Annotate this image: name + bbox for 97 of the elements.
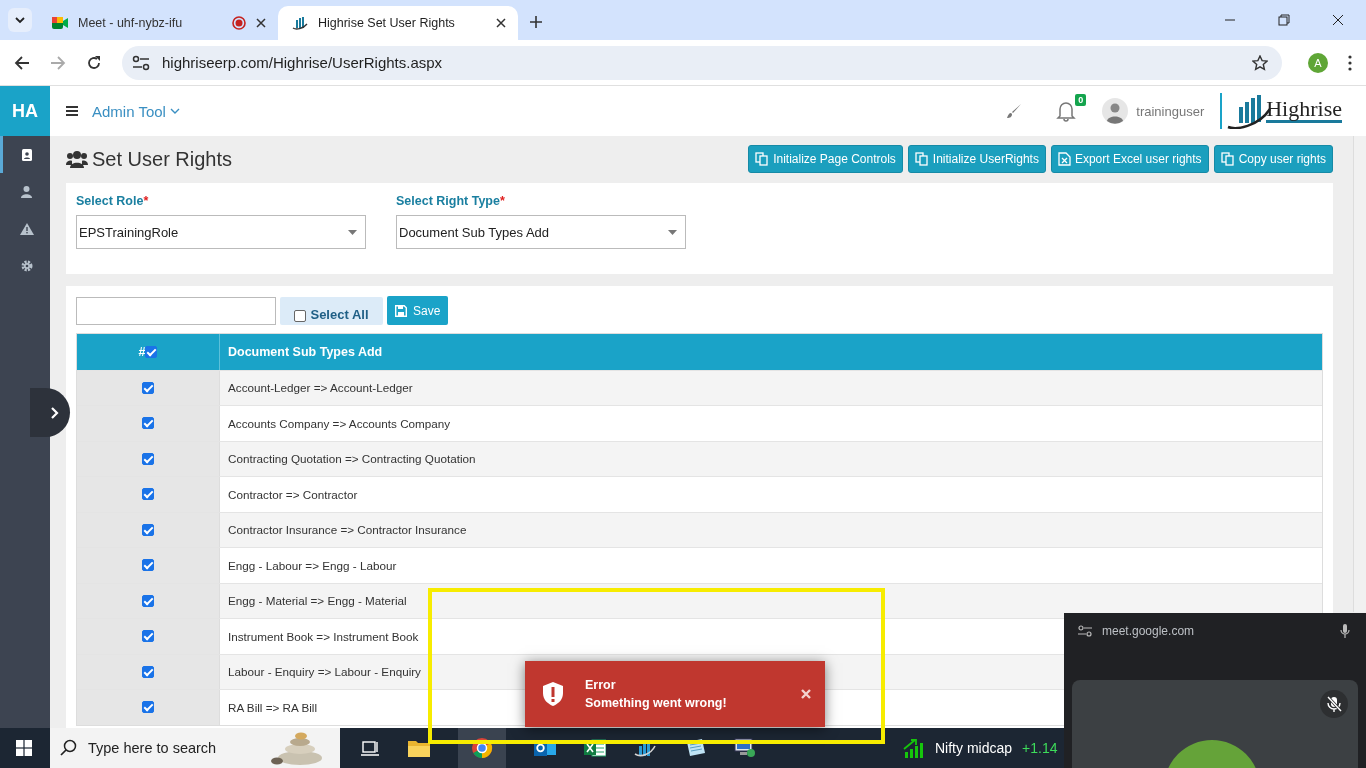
- chart-up-icon: [903, 738, 925, 758]
- settings-icon: [20, 259, 33, 272]
- microphone-muted-icon[interactable]: [1320, 690, 1348, 718]
- table-cell: Labour - Enquiry => Labour - Enquiry: [228, 665, 421, 679]
- market-widget[interactable]: Nifty midcap +1.14: [903, 738, 1058, 758]
- star-icon[interactable]: [1252, 54, 1268, 71]
- microphone-icon[interactable]: [1340, 623, 1350, 638]
- table-cell: Contractor => Contractor: [228, 487, 358, 501]
- dropdown[interactable]: Document Sub Types Add: [396, 215, 686, 249]
- tab-title: Meet - uhf-nybz-ifu: [78, 16, 184, 30]
- brand-name: Highrise: [1266, 98, 1342, 123]
- browser-tab[interactable]: Highrise Set User Rights: [278, 6, 518, 40]
- row-checkbox[interactable]: [142, 701, 154, 714]
- video-camera-icon: [52, 16, 68, 30]
- chevron-down-icon: [14, 14, 26, 26]
- more-icon[interactable]: [1348, 54, 1352, 71]
- row-checkbox[interactable]: [142, 381, 154, 394]
- spreadsheet-app-icon[interactable]: [584, 738, 606, 758]
- action-button[interactable]: Export Excel user rights: [1050, 145, 1209, 173]
- table-cell: Engg - Material => Engg - Material: [228, 594, 407, 608]
- row-checkbox[interactable]: [142, 559, 154, 572]
- shield-alert-icon: [541, 681, 565, 707]
- action-button[interactable]: Copy user rights: [1213, 145, 1333, 173]
- table-cell: Instrument Book => Instrument Book: [228, 629, 419, 643]
- warning-icon: [19, 222, 34, 235]
- close-icon[interactable]: [1332, 14, 1344, 26]
- table-cell: Accounts Company => Accounts Company: [228, 416, 451, 430]
- users-icon: [66, 150, 88, 168]
- row-checkbox[interactable]: [142, 523, 154, 536]
- paintbrush-icon[interactable]: [1006, 103, 1023, 119]
- select-all-button[interactable]: Select All: [280, 296, 383, 325]
- restore-icon[interactable]: [1278, 14, 1290, 26]
- profile-avatar[interactable]: A: [1308, 52, 1328, 73]
- task-view-icon[interactable]: [360, 739, 380, 757]
- reload-icon[interactable]: [86, 54, 102, 71]
- search-icon: [60, 739, 78, 757]
- bell-icon[interactable]: [1056, 100, 1077, 122]
- address-bar[interactable]: highriseerp.com/Highrise/UserRights.aspx: [122, 45, 1282, 80]
- avatar-icon[interactable]: [1102, 98, 1129, 124]
- file-icon: [1057, 152, 1071, 166]
- user-icon: [21, 185, 32, 198]
- notification-count: 0: [1075, 94, 1087, 106]
- close-icon[interactable]: [256, 18, 266, 28]
- overlay-url: meet.google.com: [1102, 623, 1195, 638]
- save-button[interactable]: Save: [387, 296, 449, 325]
- taskbar-search-field[interactable]: Type here to search: [50, 728, 340, 768]
- chevron-right-icon: [51, 406, 59, 419]
- row-checkbox[interactable]: [142, 417, 154, 430]
- row-checkbox[interactable]: [142, 630, 154, 643]
- field-label: Select Right Type*: [396, 194, 506, 208]
- page-title: Set User Rights: [92, 147, 233, 171]
- folder-icon[interactable]: [408, 739, 430, 757]
- menu-icon[interactable]: [66, 106, 78, 116]
- row-checkbox[interactable]: [142, 452, 154, 465]
- copy-icon: [1220, 152, 1235, 166]
- bars-icon: [292, 16, 308, 30]
- table-cell: Contracting Quotation => Contracting Quotation: [228, 452, 476, 466]
- column-header: Document Sub Types Add: [227, 343, 384, 361]
- copy-icon: [755, 152, 770, 166]
- browser-icon[interactable]: [471, 737, 493, 759]
- table-cell: RA Bill => RA Bill: [228, 700, 317, 714]
- row-checkbox[interactable]: [142, 594, 154, 607]
- tab-search-button[interactable]: [8, 8, 32, 32]
- toast-message: Something went wrong!: [585, 696, 728, 710]
- site-settings-icon[interactable]: [1078, 624, 1092, 637]
- site-settings-icon[interactable]: [132, 54, 150, 71]
- new-tab-icon[interactable]: [530, 16, 542, 28]
- caret-icon: [668, 229, 677, 235]
- tab-title: Highrise Set User Rights: [318, 16, 456, 30]
- table-cell: Contractor Insurance => Contractor Insurance: [228, 523, 467, 537]
- caret-icon: [348, 229, 357, 235]
- table-cell: Engg - Labour => Engg - Labour: [228, 558, 397, 572]
- dropdown[interactable]: EPSTrainingRole: [76, 215, 366, 249]
- toast-title: Error: [585, 678, 617, 692]
- copy-icon: [914, 152, 929, 166]
- header-checkbox[interactable]: [145, 345, 158, 358]
- action-button[interactable]: Initialize UserRights: [907, 145, 1046, 173]
- row-checkbox[interactable]: [142, 488, 154, 501]
- market-change: +1.14: [1022, 740, 1058, 756]
- url-text: highriseerp.com/Highrise/UserRights.aspx: [162, 54, 444, 71]
- column-header[interactable]: #: [77, 334, 220, 370]
- user-name[interactable]: traininguser: [1136, 103, 1205, 119]
- browser-tab[interactable]: Meet - uhf-nybz-ifu: [38, 6, 278, 40]
- close-icon[interactable]: [496, 18, 506, 28]
- search-field[interactable]: [76, 296, 276, 325]
- field-label: Select Role*: [76, 194, 150, 208]
- admin-tool-menu[interactable]: Admin Tool: [92, 102, 180, 120]
- checkbox[interactable]: [294, 309, 307, 322]
- action-button[interactable]: Initialize Page Controls: [748, 145, 903, 173]
- chevron-down-icon: [169, 108, 180, 114]
- remote-desktop-icon[interactable]: [734, 738, 756, 758]
- contact-card-icon: [20, 148, 33, 161]
- windows-start-icon[interactable]: [16, 740, 32, 756]
- back-icon[interactable]: [14, 54, 30, 71]
- row-checkbox[interactable]: [142, 665, 154, 678]
- table-cell: Account-Ledger => Account-Ledger: [228, 381, 413, 395]
- app-logo: HA: [0, 86, 50, 136]
